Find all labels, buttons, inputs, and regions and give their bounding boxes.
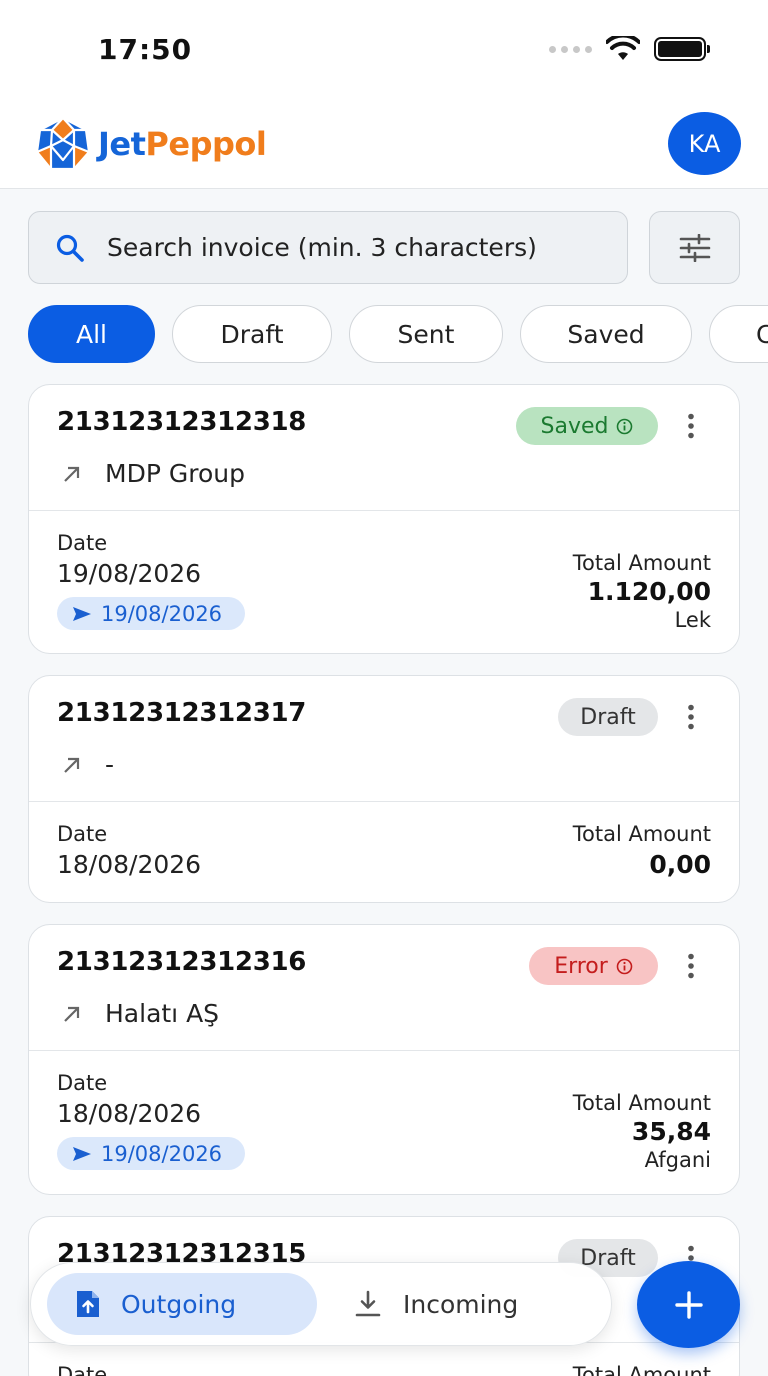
total-amount: 0,00 [649,850,711,879]
invoice-number: 21312312312318 [57,407,307,437]
invoice-card-details: Date 18/08/2026 19/08/2026 Total Amount … [29,1051,739,1194]
date-label: Date [57,1363,108,1376]
total-amount-label: Total Amount [572,1363,711,1376]
search-input[interactable] [107,233,617,262]
sent-date-pill: 19/08/2026 [57,597,245,630]
logo-text-jet: Jet [98,125,146,163]
invoice-card-details: Date 19/08/2026 19/08/2026 Total Amount … [29,511,739,653]
currency: Afgani [644,1148,711,1172]
wifi-icon [606,36,640,60]
status-badge[interactable]: Error [529,947,658,985]
filter-button[interactable] [649,211,740,284]
sent-date: 19/08/2026 [101,601,223,626]
invoice-card[interactable]: 21312312312317 Draft - Date 18/08/2026 T… [28,675,740,903]
search-icon [56,234,84,262]
total-amount-label: Total Amount [572,551,711,575]
invoice-date: 19/08/2026 [57,559,202,588]
tab-incoming-label: Incoming [403,1289,519,1319]
total-amount-label: Total Amount [572,1091,711,1115]
invoice-card-header: 21312312312318 Saved MDP Group [29,385,739,511]
total-amount: 35,84 [631,1117,711,1146]
invoice-card-details: Date Total Amount [29,1343,739,1376]
invoice-date: 18/08/2026 [57,1099,202,1128]
chip-all[interactable]: All [28,305,155,363]
send-icon [73,1146,91,1161]
tab-outgoing-label: Outgoing [121,1289,237,1319]
arrow-up-right-icon [64,1006,80,1022]
download-icon [355,1290,381,1317]
sliders-icon [679,233,710,262]
invoice-party: MDP Group [57,459,245,488]
status-time: 17:50 [98,33,193,66]
status-badge[interactable]: Draft [558,698,658,736]
tab-outgoing[interactable]: Outgoing [47,1273,317,1335]
app-logo[interactable]: JetPeppol [34,116,267,172]
sent-date: 19/08/2026 [101,1141,223,1166]
add-invoice-button[interactable] [637,1261,740,1348]
invoice-card[interactable]: 21312312312318 Saved MDP Group Date 19/0… [28,384,740,654]
currency: Lek [674,608,711,632]
chip-saved[interactable]: Saved [520,305,692,363]
logo-text-peppol: Peppol [145,125,267,163]
date-label: Date [57,822,108,846]
file-upload-icon [77,1291,99,1317]
app-header: JetPeppol KA [0,100,768,189]
status-badge-label: Saved [540,413,609,439]
invoice-party-name: MDP Group [105,459,245,488]
invoice-party: - [57,750,114,779]
invoice-party-name: Halatı AŞ [105,999,220,1028]
cellular-signal-icon [549,45,592,53]
arrow-up-right-icon [64,757,80,773]
logo-text: JetPeppol [98,125,267,163]
status-icons [549,36,710,62]
invoice-card-details: Date 18/08/2026 Total Amount 0,00 [29,802,739,902]
chip-draft[interactable]: Draft [172,305,332,363]
total-amount-label: Total Amount [572,822,711,846]
logo-globe-icon [35,116,91,171]
info-icon [617,418,633,434]
total-amount: 1.120,00 [587,577,711,606]
bottom-nav: Outgoing Incoming [30,1262,612,1346]
send-icon [73,606,91,621]
date-label: Date [57,531,108,555]
invoice-card-header: 21312312312317 Draft - [29,676,739,802]
search-box[interactable] [28,211,628,284]
chip-sent[interactable]: Sent [349,305,503,363]
info-icon [616,958,633,974]
invoice-card[interactable]: 21312312312316 Error Halatı AŞ Date 18/0… [28,924,740,1195]
chip-more[interactable]: C [709,305,768,363]
avatar[interactable]: KA [668,112,741,175]
invoice-party-name: - [105,750,115,779]
sent-date-pill: 19/08/2026 [57,1137,245,1170]
plus-icon [674,1290,703,1319]
more-vertical-icon[interactable] [687,953,695,979]
status-bar: 17:50 [0,0,768,100]
status-badge-label: Draft [580,704,636,730]
more-vertical-icon[interactable] [687,413,695,439]
status-badge[interactable]: Saved [516,407,658,445]
battery-icon [654,37,710,61]
more-vertical-icon[interactable] [687,704,695,730]
invoice-party: Halatı AŞ [57,999,219,1028]
tab-incoming[interactable]: Incoming [351,1273,591,1335]
invoice-card-header: 21312312312316 Error Halatı AŞ [29,925,739,1051]
status-filter-chips: All Draft Sent Saved C [28,305,768,363]
status-badge-label: Error [554,953,608,979]
date-label: Date [57,1071,108,1095]
invoice-date: 18/08/2026 [57,850,202,879]
invoice-number: 21312312312317 [57,698,307,728]
arrow-up-right-icon [64,466,80,482]
invoice-number: 21312312312316 [57,947,307,977]
